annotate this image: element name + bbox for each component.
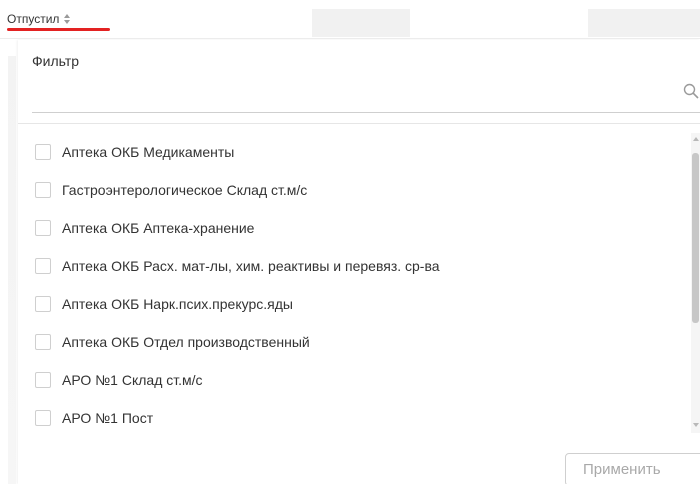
filter-divider bbox=[18, 123, 700, 124]
option-checkbox[interactable] bbox=[35, 220, 51, 236]
scroll-thumb[interactable] bbox=[692, 153, 699, 323]
scroll-up-icon[interactable] bbox=[693, 137, 699, 141]
option-label: Гастроэнтерологическое Склад ст.м/с bbox=[62, 182, 308, 198]
filter-label: Фильтр bbox=[32, 53, 80, 69]
filter-input-underline bbox=[32, 112, 700, 113]
option-checkbox[interactable] bbox=[35, 372, 51, 388]
options-scrollbar[interactable] bbox=[691, 133, 700, 433]
option-label: Аптека ОКБ Медикаменты bbox=[62, 144, 235, 160]
option-label: Аптека ОКБ Отдел производственный bbox=[62, 334, 310, 350]
search-icon[interactable] bbox=[682, 82, 700, 100]
option-label: Аптека ОКБ Аптека-хранение bbox=[62, 220, 255, 236]
options-list: Аптека ОКБ Медикаменты Гастроэнтерологич… bbox=[18, 133, 690, 443]
list-item[interactable]: Аптека ОКБ Отдел производственный bbox=[18, 323, 690, 361]
sort-icon[interactable] bbox=[63, 12, 71, 26]
column-header-otpustil[interactable]: Отпустил bbox=[7, 12, 110, 32]
list-item[interactable]: Аптека ОКБ Аптека-хранение bbox=[18, 209, 690, 247]
list-item[interactable]: АРО №1 Склад ст.м/с bbox=[18, 361, 690, 399]
list-item[interactable]: Аптека ОКБ Медикаменты bbox=[18, 133, 690, 171]
table-header-row: Отпустил bbox=[0, 0, 700, 39]
option-label: АРО №1 Пост bbox=[62, 410, 154, 426]
option-checkbox[interactable] bbox=[35, 258, 51, 274]
filter-input[interactable] bbox=[32, 78, 686, 112]
option-label: Аптека ОКБ Расх. мат-лы, хим. реактивы и… bbox=[62, 258, 440, 274]
list-item[interactable]: Гастроэнтерологическое Склад ст.м/с bbox=[18, 171, 690, 209]
option-checkbox[interactable] bbox=[35, 182, 51, 198]
active-filter-underline bbox=[7, 28, 110, 31]
blurred-header-cell bbox=[588, 9, 700, 37]
option-checkbox[interactable] bbox=[35, 296, 51, 312]
list-item[interactable]: Аптека ОКБ Нарк.псих.прекурс.яды bbox=[18, 285, 690, 323]
blurred-header-cell bbox=[312, 9, 410, 37]
option-label: Аптека ОКБ Нарк.псих.прекурс.яды bbox=[62, 296, 293, 312]
option-checkbox[interactable] bbox=[35, 334, 51, 350]
option-checkbox[interactable] bbox=[35, 410, 51, 426]
option-label: АРО №1 Склад ст.м/с bbox=[62, 372, 203, 388]
list-item[interactable]: АРО №1 Пост bbox=[18, 399, 690, 437]
column-header-label: Отпустил bbox=[7, 12, 60, 26]
filter-popup: Фильтр Аптека ОКБ Медикаменты Гастроэнте… bbox=[18, 40, 700, 484]
scroll-down-icon[interactable] bbox=[693, 423, 699, 427]
table-left-strip bbox=[8, 56, 16, 484]
option-checkbox[interactable] bbox=[35, 144, 51, 160]
page: Отпустил Фильтр Аптека ОКБ Медикаменты Г… bbox=[0, 0, 700, 484]
apply-button[interactable]: Применить bbox=[565, 453, 700, 484]
list-item[interactable]: Аптека ОКБ Расх. мат-лы, хим. реактивы и… bbox=[18, 247, 690, 285]
